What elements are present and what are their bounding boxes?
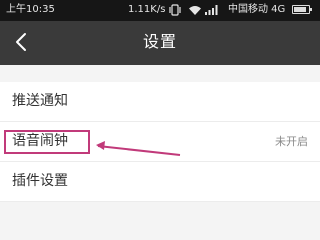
wifi-icon <box>188 4 202 20</box>
battery-icon <box>292 5 312 14</box>
page-title: 设置 <box>142 32 177 51</box>
title-bar: 设置 <box>0 21 320 65</box>
setting-value: 未开启 <box>275 135 308 148</box>
network-speed: 1.11K/s <box>128 4 166 15</box>
signal-icon <box>204 4 220 20</box>
vibrate-icon <box>168 4 182 20</box>
setting-label: 语音闹钟 <box>12 133 68 149</box>
carrier-label: 中国移动 4G <box>228 4 286 15</box>
setting-plugins[interactable]: 插件设置 <box>0 162 320 202</box>
status-time: 上午10:35 <box>6 4 55 15</box>
status-bar: 上午10:35 1.11K/s 中国移动 4G <box>0 0 320 21</box>
setting-label: 插件设置 <box>12 173 68 189</box>
setting-push-notifications[interactable]: 推送通知 <box>0 82 320 122</box>
annotation-arrow <box>96 141 181 156</box>
setting-label: 推送通知 <box>12 93 68 109</box>
